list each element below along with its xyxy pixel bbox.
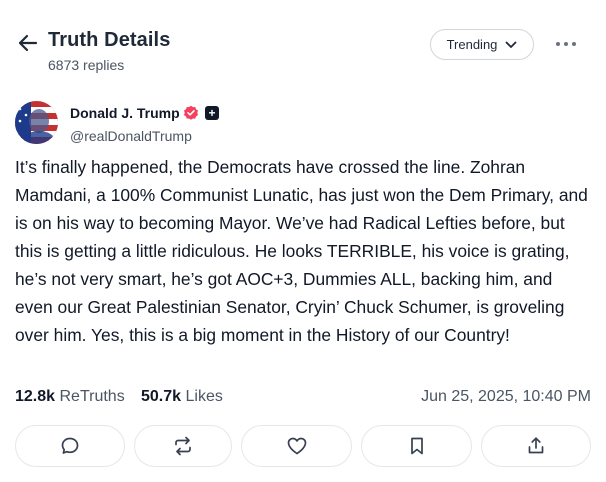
action-bar	[15, 425, 591, 467]
plus-badge-icon: +	[205, 106, 219, 120]
author-name[interactable]: Donald J. Trump	[70, 105, 180, 121]
ellipsis-horizontal-icon	[556, 42, 576, 46]
sort-dropdown[interactable]: Trending	[430, 29, 534, 60]
more-options-button[interactable]	[552, 34, 580, 54]
reply-count: 6873 replies	[48, 57, 125, 73]
chevron-down-icon	[506, 41, 517, 48]
retruths-stat[interactable]: 12.8k ReTruths	[15, 388, 125, 406]
author-handle[interactable]: @realDonaldTrump	[70, 128, 192, 144]
heart-icon	[287, 437, 306, 455]
comment-icon	[61, 437, 79, 454]
share-button[interactable]	[481, 425, 591, 467]
arrow-left-icon	[18, 34, 38, 52]
page-header: Truth Details 6873 replies Trending	[0, 0, 606, 90]
retruth-button[interactable]	[134, 425, 232, 467]
retruth-icon	[175, 436, 191, 456]
avatar-image	[15, 101, 58, 144]
likes-count: 50.7k	[141, 388, 182, 405]
back-button[interactable]	[15, 30, 41, 56]
post-stats: 12.8k ReTruths 50.7k Likes Jun 25, 2025,…	[15, 388, 591, 410]
retruths-count: 12.8k	[15, 388, 56, 405]
bookmark-button[interactable]	[361, 425, 472, 467]
post-body: It’s finally happened, the Democrats hav…	[15, 157, 588, 345]
share-icon	[528, 437, 544, 454]
post-timestamp: Jun 25, 2025, 10:40 PM	[421, 388, 591, 405]
likes-stat[interactable]: 50.7k Likes	[141, 388, 223, 406]
avatar[interactable]	[15, 101, 58, 144]
likes-label: Likes	[185, 388, 223, 405]
like-button[interactable]	[241, 425, 352, 467]
bookmark-icon	[410, 437, 423, 455]
sort-label: Trending	[446, 37, 498, 52]
verified-badge-icon	[184, 105, 198, 120]
reply-button[interactable]	[15, 425, 125, 467]
page-title: Truth Details	[48, 29, 171, 51]
author-row: Donald J. Trump + @realDonaldTrump	[15, 100, 575, 146]
retruths-label: ReTruths	[59, 388, 125, 405]
